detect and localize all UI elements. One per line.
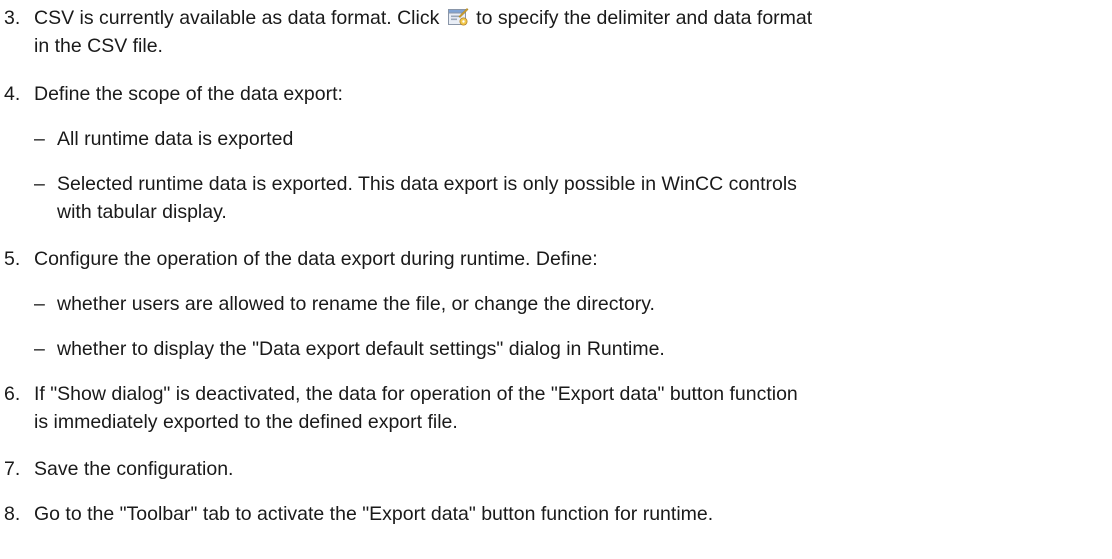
step-text: Go to the "Toolbar" tab to activate the …: [34, 500, 1110, 528]
dash-bullet: –: [34, 293, 45, 315]
sub-item-text: All runtime data is exported: [57, 125, 1109, 153]
sub-item-line: Selected runtime data is exported. This …: [57, 173, 797, 195]
step-line: Configure the operation of the data expo…: [34, 248, 598, 270]
step-number: 4.: [4, 83, 21, 105]
sub-item-line: whether users are allowed to rename the …: [57, 293, 655, 315]
step-text: Save the configuration.: [34, 455, 1110, 483]
step-text: If "Show dialog" is deactivated, the dat…: [34, 380, 1110, 436]
dash-bullet: –: [34, 128, 45, 150]
settings-dialog-icon: [447, 8, 469, 26]
step-line: is immediately exported to the defined e…: [34, 411, 458, 433]
step-number: 7.: [4, 458, 21, 480]
dash-bullet: –: [34, 173, 45, 195]
step-line: Define the scope of the data export:: [34, 83, 343, 105]
step-number: 8.: [4, 503, 21, 525]
step-line: in the CSV file.: [34, 35, 163, 57]
sub-item-line: whether to display the "Data export defa…: [57, 338, 665, 360]
step-text: Define the scope of the data export:: [34, 80, 1110, 108]
sub-item-line: All runtime data is exported: [57, 128, 294, 150]
step-line: Save the configuration.: [34, 458, 234, 480]
step-number: 3.: [4, 7, 21, 29]
step-text: CSV is currently available as data forma…: [34, 4, 1110, 60]
sub-item-text: whether to display the "Data export defa…: [57, 335, 1109, 363]
dash-bullet: –: [34, 338, 45, 360]
sub-item-text: whether users are allowed to rename the …: [57, 290, 1109, 318]
step-text: Configure the operation of the data expo…: [34, 245, 1110, 273]
sub-item-text: Selected runtime data is exported. This …: [57, 170, 1109, 226]
step-line: Go to the "Toolbar" tab to activate the …: [34, 503, 714, 525]
step-text-after-icon: to specify the delimiter and data format: [476, 7, 813, 29]
step-number: 5.: [4, 248, 21, 270]
sub-item-line: with tabular display.: [57, 201, 227, 223]
step-line: If "Show dialog" is deactivated, the dat…: [34, 383, 798, 405]
step-text-before-icon: CSV is currently available as data forma…: [34, 7, 440, 29]
step-number: 6.: [4, 383, 21, 405]
step-line: CSV is currently available as data forma…: [34, 4, 1110, 32]
